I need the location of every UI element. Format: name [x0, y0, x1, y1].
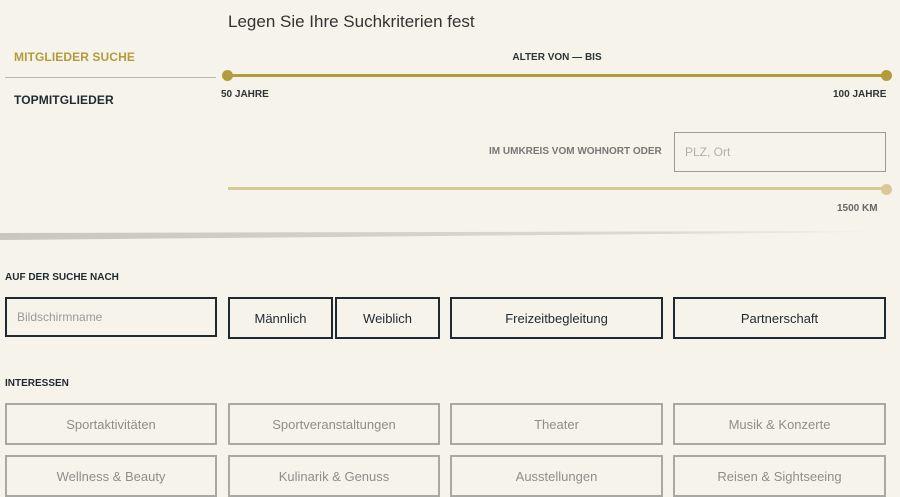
- option-freizeitbegleitung-button[interactable]: Freizeitbegleitung: [450, 297, 663, 339]
- interest-sportveranstaltungen-button[interactable]: Sportveranstaltungen: [228, 403, 440, 445]
- interest-musik-konzerte-button[interactable]: Musik & Konzerte: [673, 403, 886, 445]
- radius-slider-track[interactable]: [228, 187, 887, 190]
- search-section-title: AUF DER SUCHE NACH: [5, 272, 119, 283]
- age-max-handle[interactable]: [881, 70, 892, 81]
- page-title: Legen Sie Ihre Suchkriterien fest: [228, 12, 475, 31]
- screen-name-input[interactable]: [5, 297, 217, 337]
- radius-value-label: 1500 KM: [837, 203, 878, 214]
- option-maennlich-button[interactable]: Männlich: [228, 297, 333, 339]
- interest-wellness-beauty-button[interactable]: Wellness & Beauty: [5, 455, 217, 497]
- interest-theater-button[interactable]: Theater: [450, 403, 663, 445]
- radius-slider-handle[interactable]: [881, 184, 892, 195]
- age-slider-track[interactable]: [228, 74, 887, 77]
- age-max-label: 100 JAHRE: [833, 89, 887, 100]
- option-partnerschaft-button[interactable]: Partnerschaft: [673, 297, 886, 339]
- sidebar-divider: [5, 77, 216, 78]
- radius-label: IM UMKREIS VOM WOHNORT ODER: [489, 146, 662, 157]
- plz-ort-input[interactable]: [674, 132, 886, 172]
- interest-sportaktivitaeten-button[interactable]: Sportaktivitäten: [5, 403, 217, 445]
- age-min-handle[interactable]: [222, 70, 233, 81]
- interest-kulinarik-genuss-button[interactable]: Kulinarik & Genuss: [228, 455, 440, 497]
- age-range-title: ALTER VON — BIS: [512, 52, 602, 63]
- interest-ausstellungen-button[interactable]: Ausstellungen: [450, 455, 663, 497]
- age-min-label: 50 JAHRE: [221, 89, 269, 100]
- section-separator: [0, 231, 880, 240]
- interest-reisen-sightseeing-button[interactable]: Reisen & Sightseeing: [673, 455, 886, 497]
- sidebar-item-topmitglieder[interactable]: TOPMITGLIEDER: [14, 93, 114, 107]
- option-weiblich-button[interactable]: Weiblich: [335, 297, 440, 339]
- interests-section-title: INTERESSEN: [5, 378, 69, 389]
